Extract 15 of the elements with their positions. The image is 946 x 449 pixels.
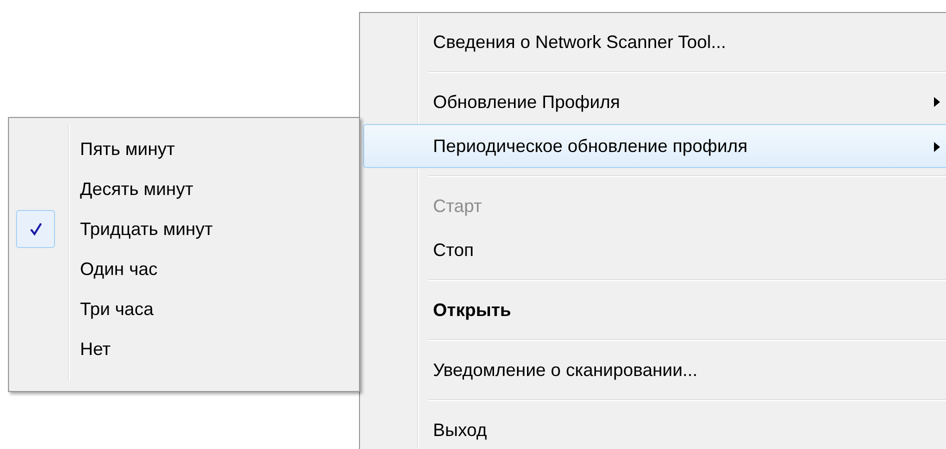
menu-item[interactable]: Выход (363, 408, 946, 449)
menu-item[interactable]: Уведомление о сканировании... (363, 348, 946, 392)
submenu-item[interactable]: Один час (9, 249, 359, 289)
menu-item[interactable]: Обновление Профиля (363, 80, 946, 124)
menu-item[interactable]: Периодическое обновление профиля (363, 124, 946, 168)
submenu-item[interactable]: Нет (9, 329, 359, 369)
menu-item[interactable]: Стоп (363, 228, 946, 272)
submenu-arrow-icon (934, 142, 940, 152)
submenu-item[interactable]: Три часа (9, 289, 359, 329)
menu-item[interactable]: Сведения о Network Scanner Tool... (363, 20, 946, 64)
submenu-arrow-icon (934, 97, 940, 107)
submenu-item[interactable]: Тридцать минут (9, 209, 359, 249)
menu-item[interactable]: Открыть (363, 288, 946, 332)
submenu-item[interactable]: Пять минут (9, 129, 359, 169)
submenu-item[interactable]: Десять минут (9, 169, 359, 209)
